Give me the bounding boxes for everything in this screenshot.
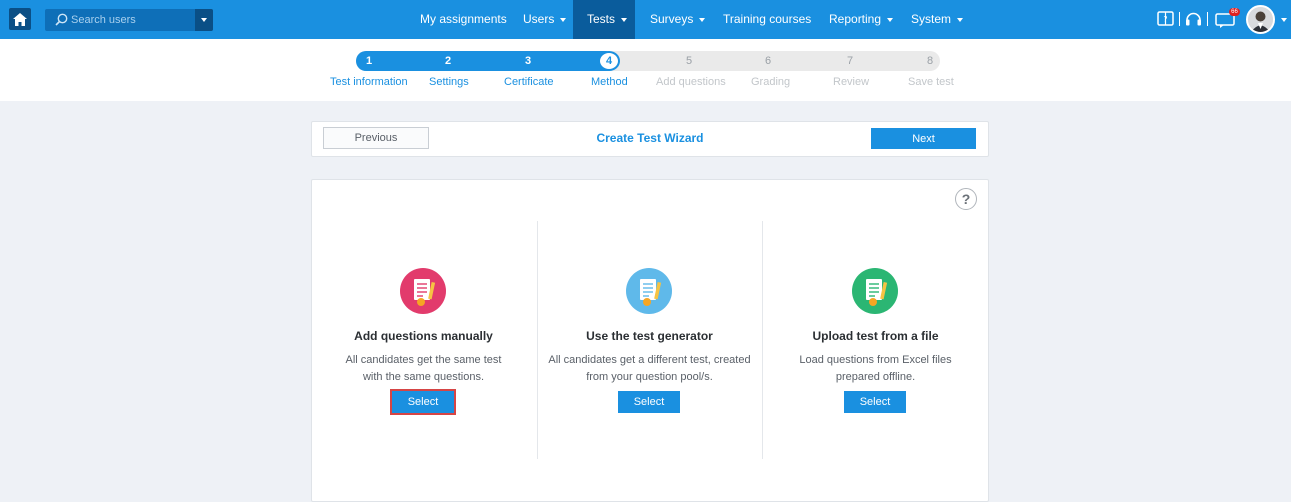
manual-questions-icon	[400, 268, 446, 314]
step-label-test-information[interactable]: Test information	[330, 76, 408, 88]
caret-down-icon	[621, 17, 628, 22]
select-upload-button[interactable]: Select	[844, 391, 906, 413]
step-number-3: 3	[524, 55, 532, 67]
nav-my-assignments[interactable]: My assignments	[412, 0, 515, 39]
user-photo-icon	[1248, 7, 1273, 32]
caret-down-icon	[560, 17, 567, 22]
option-desc-upload: Load questions from Excel files prepared…	[799, 354, 952, 383]
next-button[interactable]: Next	[871, 128, 976, 149]
option-desc-manual: All candidates get the same test with th…	[345, 354, 502, 383]
help-button[interactable]: ?	[955, 188, 977, 210]
option-desc-generator: All candidates get a different test, cre…	[548, 354, 751, 383]
step-label-certificate[interactable]: Certificate	[504, 76, 554, 88]
select-manual-button[interactable]: Select	[390, 389, 456, 415]
step-label-review: Review	[833, 76, 870, 88]
caret-down-icon	[699, 17, 706, 22]
nav-tests[interactable]: Tests	[573, 0, 635, 39]
nav-training-courses[interactable]: Training courses	[715, 0, 819, 39]
caret-down-icon	[957, 17, 964, 22]
headset-icon[interactable]	[1185, 10, 1202, 27]
option-title-upload: Upload test from a file	[812, 329, 939, 343]
caret-down-icon	[201, 18, 207, 22]
step-number-4: 4	[605, 55, 613, 67]
nav-system[interactable]: System	[903, 0, 971, 39]
step-number-1: 1	[365, 55, 373, 67]
step-label-settings[interactable]: Settings	[429, 76, 469, 88]
caret-down-icon	[887, 17, 894, 22]
step-number-7: 7	[846, 55, 854, 67]
notification-badge: 66	[1229, 8, 1240, 16]
search-box	[45, 9, 231, 31]
search-filter-dropdown[interactable]	[195, 9, 213, 31]
separator	[1207, 12, 1208, 26]
previous-button[interactable]: Previous	[323, 127, 429, 149]
wizard-title: Create Test Wizard	[596, 131, 704, 145]
search-icon	[55, 13, 68, 26]
select-generator-button[interactable]: Select	[618, 391, 680, 413]
home-icon	[13, 12, 27, 26]
separator	[1179, 12, 1180, 26]
progress-fill	[356, 51, 616, 71]
step-label-grading: Grading	[751, 76, 791, 88]
option-title-manual: Add questions manually	[354, 329, 493, 343]
upload-file-icon	[852, 268, 898, 314]
step-label-save-test: Save test	[908, 76, 954, 88]
step-number-2: 2	[444, 55, 452, 67]
step-number-8: 8	[926, 55, 934, 67]
test-generator-icon	[626, 268, 672, 314]
step-label-add-questions: Add questions	[656, 76, 726, 88]
svg-text:?: ?	[1163, 15, 1167, 24]
step-number-6: 6	[764, 55, 772, 67]
nav-surveys[interactable]: Surveys	[642, 0, 713, 39]
step-number-5: 5	[685, 55, 693, 67]
nav-users[interactable]: Users	[515, 0, 574, 39]
nav-reporting[interactable]: Reporting	[821, 0, 901, 39]
step-label-method[interactable]: Method	[591, 76, 628, 88]
option-title-generator: Use the test generator	[586, 329, 713, 343]
avatar[interactable]	[1246, 5, 1275, 34]
caret-down-icon[interactable]	[1281, 18, 1287, 22]
home-button[interactable]	[9, 8, 31, 30]
book-icon[interactable]: ?	[1157, 10, 1174, 27]
